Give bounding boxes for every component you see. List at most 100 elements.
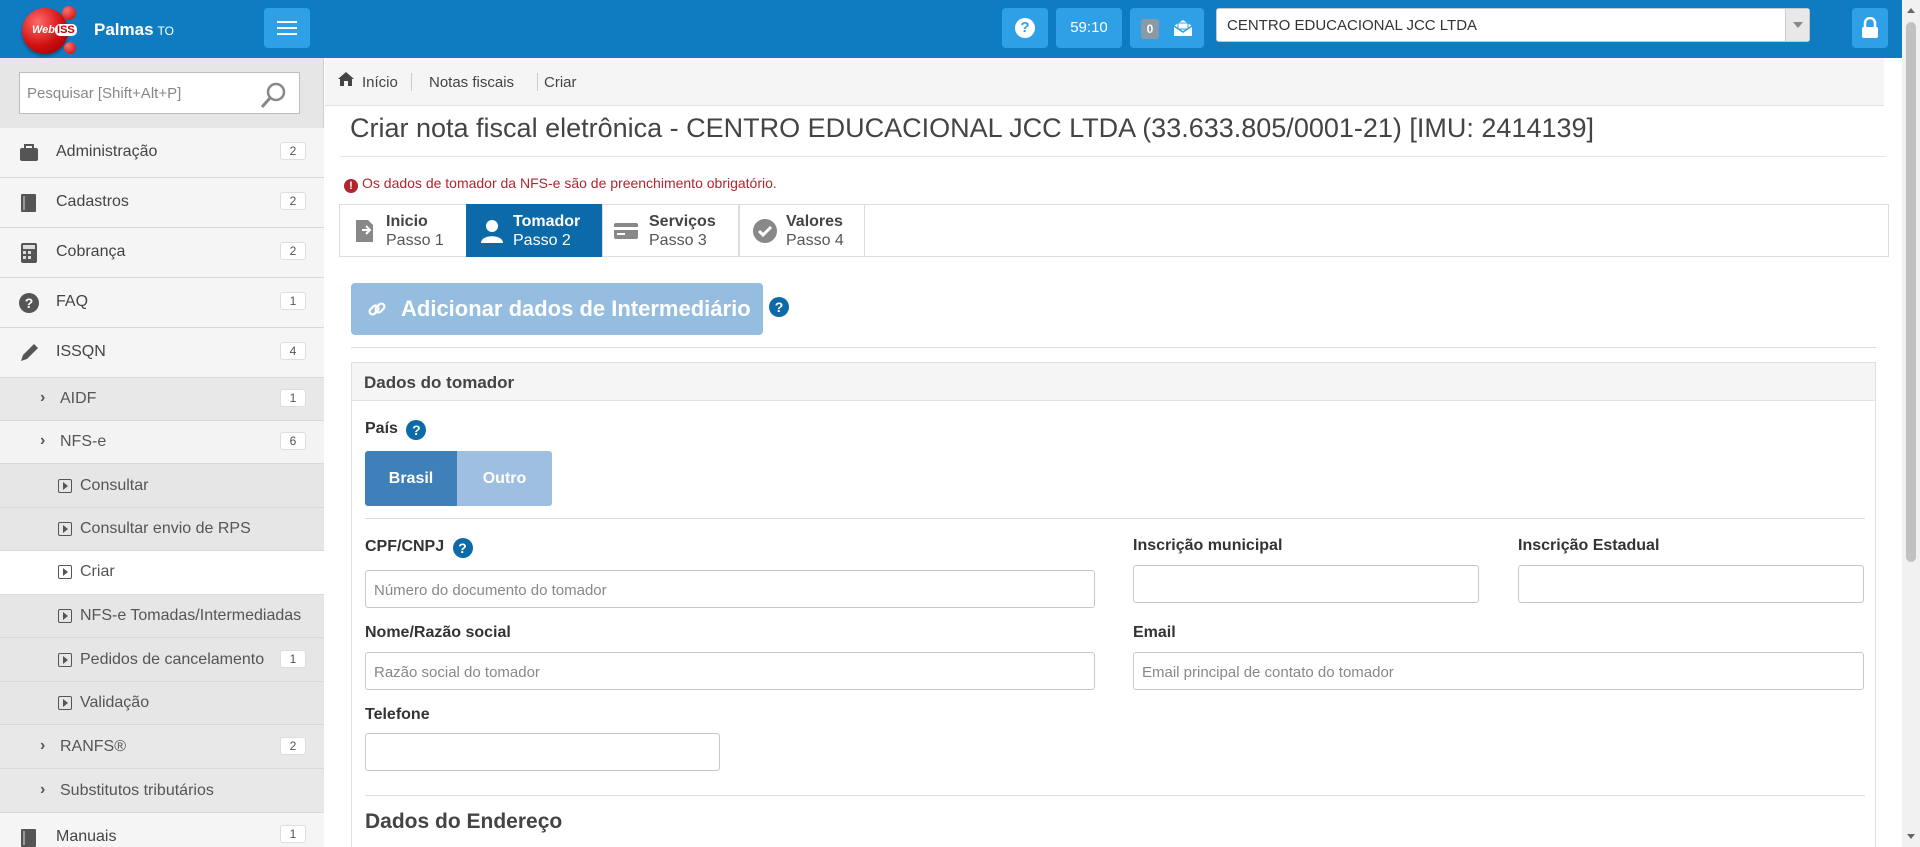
sidebar-item-manuais[interactable]: Manuais 1 xyxy=(0,813,324,847)
email-input[interactable]: Email principal de contato do tomador xyxy=(1133,652,1864,690)
sidebar-leaf-tomadas[interactable]: NFS-e Tomadas/Intermediadas xyxy=(0,595,324,638)
envelope-icon xyxy=(1173,20,1193,36)
logo-ball-small xyxy=(64,42,76,54)
pais-brasil-button[interactable]: Brasil xyxy=(365,451,457,506)
nome-label: Nome/Razão social xyxy=(365,624,511,641)
required-alert: ! Os dados de tomador da NFS-e são de pre… xyxy=(344,175,777,193)
book-icon xyxy=(21,829,36,847)
sidebar-leaf-consultar[interactable]: Consultar xyxy=(0,464,324,508)
book-icon xyxy=(21,194,36,212)
count-badge: 4 xyxy=(280,342,306,360)
sidebar-item-cadastros[interactable]: Cadastros 2 xyxy=(0,178,324,228)
home-icon[interactable] xyxy=(337,70,355,88)
count-badge: 1 xyxy=(280,292,306,310)
help-button[interactable]: ? xyxy=(1002,8,1048,48)
messages-button[interactable]: 0 xyxy=(1130,8,1204,48)
chevron-right-icon: › xyxy=(40,737,46,754)
breadcrumb-criar[interactable]: Criar xyxy=(544,74,577,91)
tab-step-tomador[interactable]: Tomador Passo 2 xyxy=(466,204,602,257)
menu-toggle-button[interactable] xyxy=(264,8,310,48)
city-name: Palmas TO xyxy=(94,20,174,39)
inscricao-estadual-input[interactable] xyxy=(1518,565,1864,603)
message-count-badge: 0 xyxy=(1141,19,1159,39)
sidebar-leaf-validacao[interactable]: Validação xyxy=(0,682,324,725)
check-circle-icon xyxy=(753,219,777,243)
nome-razao-social-input[interactable]: Razão social do tomador xyxy=(365,652,1095,690)
help-icon[interactable]: ? xyxy=(406,420,427,440)
lock-button[interactable] xyxy=(1852,8,1888,48)
tab-step-servicos[interactable]: Serviços Passo 3 xyxy=(602,204,739,257)
document-icon xyxy=(356,220,373,242)
pais-outro-button[interactable]: Outro xyxy=(457,451,552,506)
help-icon[interactable]: ? xyxy=(769,297,789,317)
credit-card-icon xyxy=(614,223,638,239)
count-badge: 1 xyxy=(280,389,306,407)
count-badge: 2 xyxy=(280,192,306,210)
top-header: Web ISS Palmas TO ? 59:10 0 CENTRO EDUCACI… xyxy=(0,0,1902,58)
count-badge: 2 xyxy=(280,142,306,160)
count-badge: 6 xyxy=(280,432,306,450)
play-icon xyxy=(58,609,72,623)
inscricao-municipal-input[interactable] xyxy=(1133,565,1479,603)
sidebar-leaf-criar[interactable]: Criar xyxy=(0,551,324,595)
calculator-icon xyxy=(21,243,37,263)
sidebar: Pesquisar [Shift+Alt+P] Administração 2 … xyxy=(0,58,324,847)
telefone-input[interactable] xyxy=(365,733,720,771)
sidebar-item-issqn[interactable]: ISSQN 4 xyxy=(0,328,324,378)
cpf-cnpj-input[interactable]: Número do documento do tomador xyxy=(365,570,1095,608)
company-select[interactable]: CENTRO EDUCACIONAL JCC LTDA xyxy=(1216,8,1810,42)
chevron-right-icon: › xyxy=(40,389,46,406)
scroll-down-icon[interactable] xyxy=(1907,834,1915,839)
breadcrumb: Início Notas fiscais Criar xyxy=(325,58,1884,106)
page-scrollbar[interactable] xyxy=(1902,0,1920,847)
count-badge: 1 xyxy=(280,650,306,668)
cpf-label: CPF/CNPJ ? xyxy=(365,538,473,558)
count-badge: 2 xyxy=(280,242,306,260)
sidebar-item-faq[interactable]: ? FAQ 1 xyxy=(0,278,324,328)
add-intermediary-button[interactable]: Adicionar dados de Intermediário xyxy=(351,283,763,335)
tab-step-valores[interactable]: Valores Passo 4 xyxy=(739,204,865,257)
breadcrumb-notas-fiscais[interactable]: Notas fiscais xyxy=(429,74,514,91)
wizard-steps: Inicio Passo 1 Tomador Passo 2 Serviços … xyxy=(339,204,1889,257)
svg-text:?: ? xyxy=(25,295,34,311)
company-select-value: CENTRO EDUCACIONAL JCC LTDA xyxy=(1227,17,1478,34)
link-icon xyxy=(368,302,386,316)
inscricao-municipal-label: Inscrição municipal xyxy=(1133,537,1283,554)
sidebar-search-input[interactable]: Pesquisar [Shift+Alt+P] xyxy=(19,72,300,114)
search-icon[interactable] xyxy=(259,80,289,110)
play-icon xyxy=(58,696,72,710)
panel-header: Dados do tomador xyxy=(352,363,1875,401)
sidebar-item-administracao[interactable]: Administração 2 xyxy=(0,128,324,178)
play-icon xyxy=(58,522,72,536)
lock-icon xyxy=(1862,16,1878,38)
sidebar-subitem-nfse[interactable]: › NFS-e 6 xyxy=(0,421,324,464)
sidebar-leaf-cancelamento[interactable]: Pedidos de cancelamento 1 xyxy=(0,638,324,682)
chevron-right-icon: › xyxy=(40,432,46,449)
chevron-right-icon: › xyxy=(40,781,46,798)
sidebar-subitem-aidf[interactable]: › AIDF 1 xyxy=(0,378,324,421)
sidebar-leaf-consultar-rps[interactable]: Consultar envio de RPS xyxy=(0,508,324,551)
logo-text: Web ISS xyxy=(32,24,77,36)
chevron-down-icon[interactable] xyxy=(1785,9,1809,41)
page-title: Criar nota fiscal eletrônica - CENTRO ED… xyxy=(350,113,1595,143)
tab-step-inicio[interactable]: Inicio Passo 1 xyxy=(339,204,467,257)
logo-ball-small xyxy=(62,6,76,20)
scroll-thumb[interactable] xyxy=(1906,22,1916,562)
pais-label: País ? xyxy=(365,420,427,440)
scroll-up-icon[interactable] xyxy=(1907,8,1915,13)
breadcrumb-inicio[interactable]: Início xyxy=(362,74,398,91)
sidebar-subitem-substitutos[interactable]: › Substitutos tributários xyxy=(0,769,324,813)
telefone-label: Telefone xyxy=(365,706,430,723)
user-icon xyxy=(481,220,503,243)
sidebar-subitem-ranfs[interactable]: › RANFS® 2 xyxy=(0,725,324,769)
webiss-logo[interactable]: Web ISS xyxy=(18,4,78,54)
sidebar-item-cobranca[interactable]: Cobrança 2 xyxy=(0,228,324,278)
endereco-section-title: Dados do Endereço xyxy=(365,810,563,833)
briefcase-icon xyxy=(20,144,38,161)
help-icon: ? xyxy=(1015,18,1035,38)
session-timer[interactable]: 59:10 xyxy=(1056,8,1122,48)
inscricao-estadual-label: Inscrição Estadual xyxy=(1518,537,1660,554)
help-icon[interactable]: ? xyxy=(452,538,473,558)
play-icon xyxy=(58,565,72,579)
email-label: Email xyxy=(1133,624,1176,641)
